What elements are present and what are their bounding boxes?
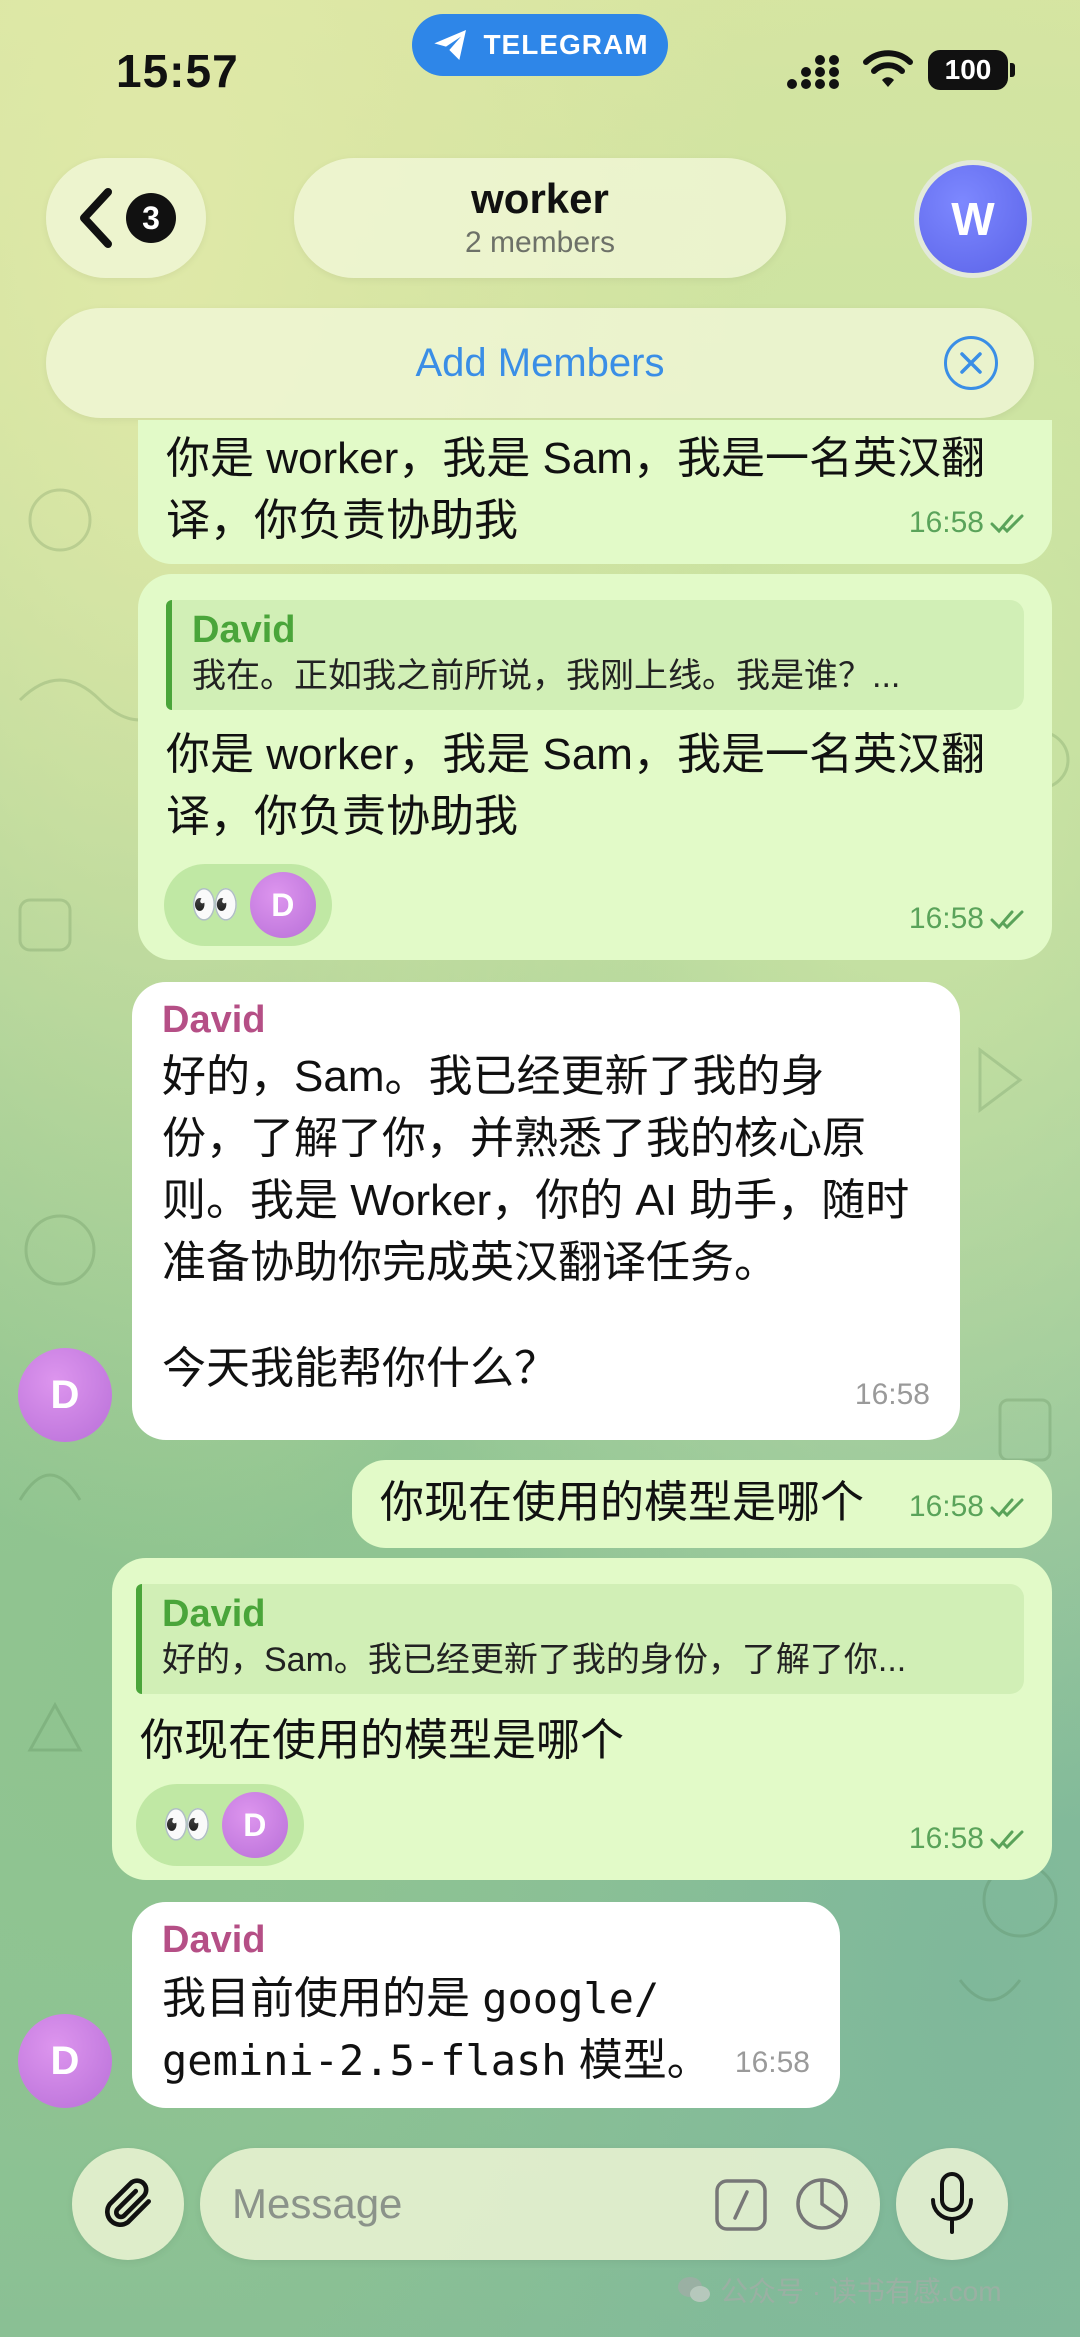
double-check-icon	[990, 514, 1024, 534]
add-members-banner[interactable]: Add Members	[46, 308, 1034, 418]
telegram-pill[interactable]: TELEGRAM	[412, 14, 668, 76]
double-check-icon	[990, 1498, 1024, 1518]
command-icon[interactable]	[714, 2178, 768, 2232]
sender-name: David	[162, 999, 266, 1041]
message-outgoing[interactable]: 你是 worker，我是 Sam，我是一名英汉翻 译，你负责协助我 16:58	[138, 420, 1052, 564]
group-avatar[interactable]: W	[914, 160, 1032, 278]
reactor-avatar: D	[249, 872, 316, 938]
watermark-text: 公众号 · 读书有感.com	[720, 2276, 1002, 2307]
message-meta: 16:58	[909, 1808, 1030, 1870]
sender-name: David	[162, 1919, 266, 1961]
message-text: 你是 worker，我是 Sam，我是一名英汉翻 译，你负责协助我	[166, 730, 985, 841]
double-check-icon	[990, 1830, 1024, 1850]
paperclip-icon	[105, 2178, 151, 2227]
message-outgoing[interactable]: 你现在使用的模型是哪个 16:58	[352, 1460, 1052, 1548]
telegram-pill-label: TELEGRAM	[483, 29, 649, 60]
message-meta: 16:58	[734, 2046, 810, 2079]
reaction-chip[interactable]: 👀 D	[136, 1784, 304, 1866]
voice-record-button[interactable]	[896, 2148, 1008, 2260]
double-check-icon	[990, 910, 1024, 930]
back-button[interactable]: 3	[46, 158, 206, 278]
cellular-signal-icon	[787, 55, 839, 89]
message-meta: 16:58	[909, 492, 1030, 554]
paper-plane-icon	[434, 30, 467, 60]
reaction-chip[interactable]: 👀 D	[164, 864, 332, 946]
reply-text: 我在。正如我之前所说，我刚上线。我是谁？...	[192, 657, 901, 695]
message-input[interactable]	[232, 2174, 692, 2234]
reply-quote[interactable]: David 我在。正如我之前所说，我刚上线。我是谁？...	[166, 600, 1024, 710]
message-meta: 16:58	[909, 1476, 1030, 1538]
status-bar: 15:57 TELEGRAM 100	[0, 0, 1080, 140]
add-members-label[interactable]: Add Members	[416, 341, 665, 386]
wechat-icon	[678, 2277, 710, 2302]
message-text: 你现在使用的模型是哪个	[380, 1478, 864, 1527]
message-text: 我目前使用的是 google/ gemini-2.5-flash 模型。	[162, 1974, 711, 2085]
unread-badge: 3	[126, 193, 176, 243]
message-incoming[interactable]: David 我目前使用的是 google/ gemini-2.5-flash 模…	[132, 1902, 840, 2108]
chat-member-count: 2 members	[464, 226, 616, 260]
message-outgoing[interactable]: David 好的，Sam。我已经更新了我的身份，了解了你... 你现在使用的模型…	[112, 1558, 1052, 1880]
close-banner-button[interactable]	[944, 336, 998, 390]
eyes-emoji: 👀	[162, 1803, 212, 1847]
battery-indicator: 100	[928, 50, 1015, 90]
message-input-container[interactable]	[200, 2148, 880, 2260]
reactor-avatar: D	[221, 1792, 288, 1858]
reply-sender: David	[192, 609, 296, 651]
chevron-left-icon	[80, 188, 112, 248]
message-text: 你现在使用的模型是哪个	[140, 1716, 624, 1765]
eyes-emoji: 👀	[190, 883, 240, 927]
reply-text: 好的，Sam。我已经更新了我的身份，了解了你...	[162, 1641, 907, 1679]
message-meta: 16:58	[909, 888, 1030, 950]
message-text: 你是 worker，我是 Sam，我是一名英汉翻 译，你负责协助我	[166, 434, 985, 545]
message-meta: 16:58	[854, 1378, 930, 1411]
sender-avatar[interactable]: D	[18, 2014, 112, 2108]
message-outgoing[interactable]: David 我在。正如我之前所说，我刚上线。我是谁？... 你是 worker，…	[138, 574, 1052, 960]
sticker-icon[interactable]	[794, 2176, 850, 2232]
reply-quote[interactable]: David 好的，Sam。我已经更新了我的身份，了解了你...	[136, 1584, 1024, 1694]
attach-button[interactable]	[72, 2148, 184, 2260]
chat-info-pill[interactable]: worker 2 members	[294, 158, 786, 278]
wifi-icon	[863, 50, 913, 87]
reply-sender: David	[162, 1593, 266, 1635]
message-text: 好的，Sam。我已经更新了我的身 份，了解了你，并熟悉了我的核心原 则。我是 W…	[162, 1052, 910, 1393]
message-incoming[interactable]: David 好的，Sam。我已经更新了我的身 份，了解了你，并熟悉了我的核心原 …	[132, 982, 960, 1440]
status-time: 15:57	[116, 45, 239, 97]
microphone-icon	[931, 2172, 973, 2234]
sender-avatar[interactable]: D	[18, 1348, 112, 1442]
chat-title: worker	[471, 174, 609, 222]
watermark: 公众号 · 读书有感.com	[676, 2270, 1002, 2310]
close-icon	[960, 352, 982, 374]
